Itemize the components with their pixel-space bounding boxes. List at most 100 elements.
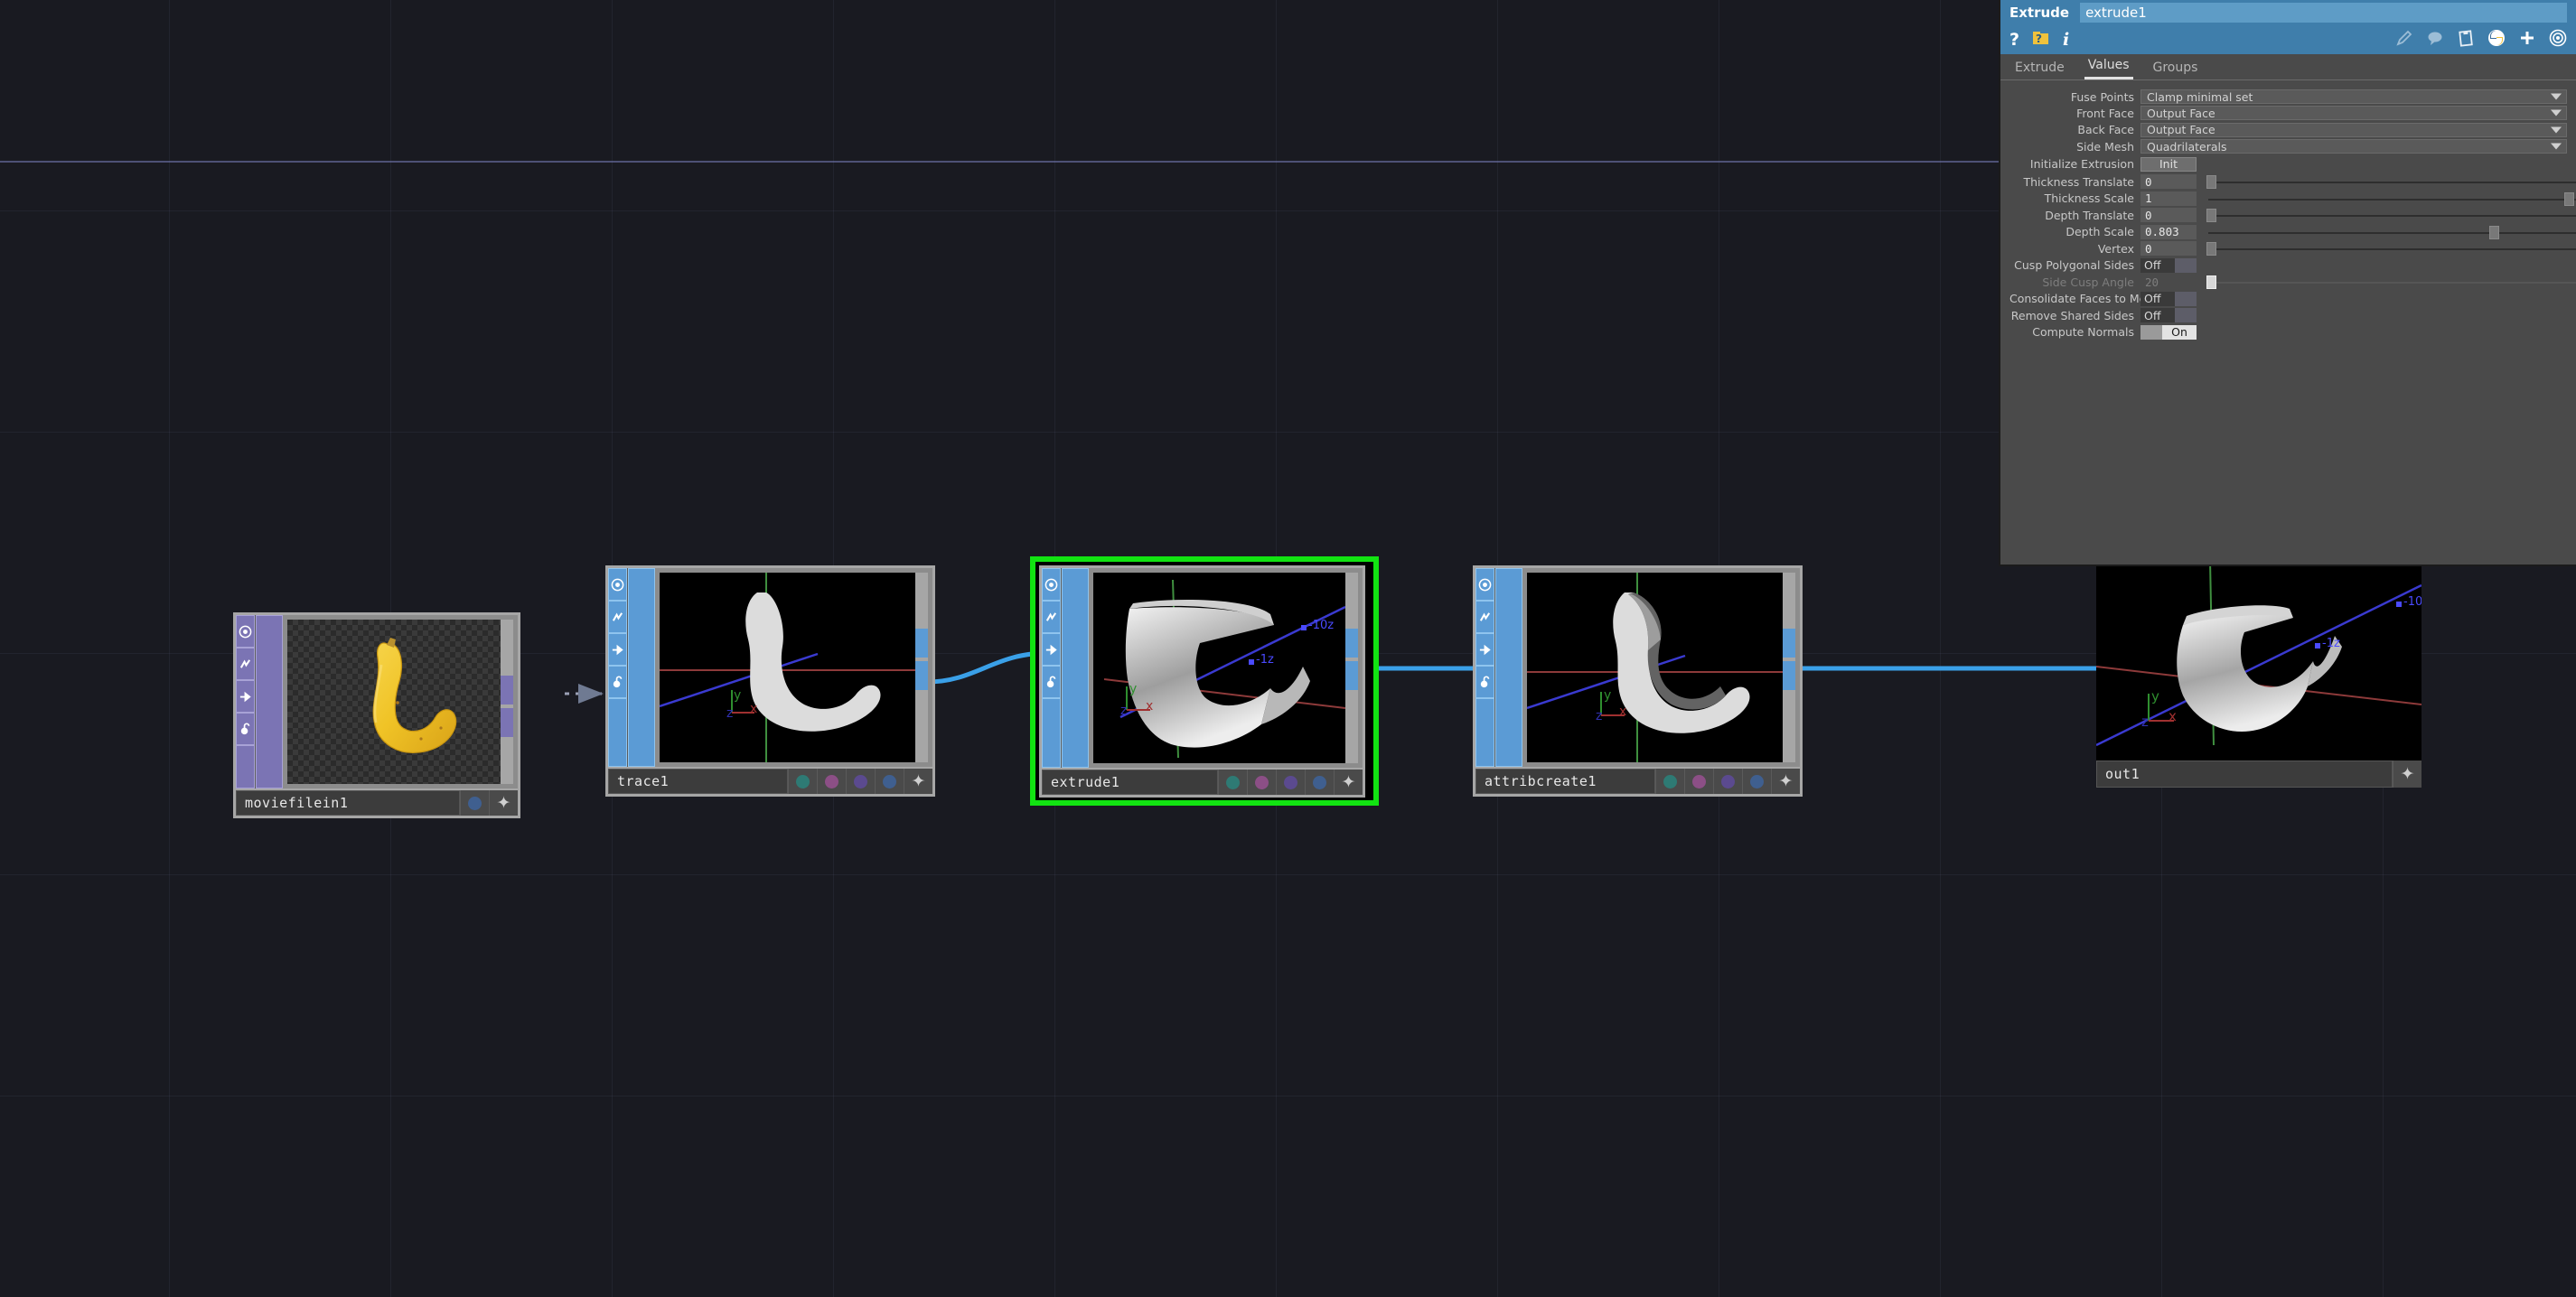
depth-scale-slider-handle[interactable] <box>2489 225 2500 239</box>
thickness-scale-input[interactable]: 1 <box>2140 191 2197 206</box>
output-connector-secondary[interactable] <box>1345 661 1358 690</box>
node-flag-dot[interactable] <box>817 769 846 794</box>
vertex-slider-handle[interactable] <box>2206 242 2217 257</box>
render-icon[interactable] <box>1042 601 1061 633</box>
display-icon[interactable] <box>236 615 255 648</box>
output-connector-secondary[interactable] <box>501 708 513 737</box>
node-add-button[interactable]: ✦ <box>489 790 518 816</box>
node-flag-dot[interactable] <box>1742 769 1771 794</box>
output-connector[interactable] <box>915 629 928 658</box>
lock-icon[interactable] <box>1042 666 1061 698</box>
back-face-dropdown[interactable]: Output Face <box>2140 122 2567 137</box>
node-label[interactable]: trace1 <box>608 769 788 794</box>
info-icon[interactable]: i <box>2063 31 2069 49</box>
help-icon[interactable]: ? <box>2009 31 2019 49</box>
node-flag-dot[interactable] <box>1218 770 1247 795</box>
output-connector-secondary[interactable] <box>1783 661 1795 690</box>
front-face-dropdown[interactable]: Output Face <box>2140 106 2567 121</box>
node-add-button[interactable]: ✦ <box>1334 770 1363 795</box>
render-icon[interactable] <box>608 601 627 633</box>
output-connector-secondary[interactable] <box>915 661 928 690</box>
node-flag-dot[interactable] <box>875 769 904 794</box>
output-connector[interactable] <box>1345 629 1358 658</box>
tab-groups[interactable]: Groups <box>2150 61 2202 79</box>
node-help-icon[interactable]: ? <box>2032 30 2050 50</box>
flag-column[interactable] <box>1475 568 1495 767</box>
node-trace1[interactable]: y x z trace1 ✦ <box>605 565 935 797</box>
tab-extrude[interactable]: Extrude <box>2011 61 2068 79</box>
toggle-box[interactable] <box>2175 291 2197 306</box>
toggle-box[interactable] <box>2175 308 2197 323</box>
cusp-polygonal-sides-toggle[interactable]: Off <box>2140 257 2197 273</box>
output-connector-rail[interactable] <box>501 620 513 784</box>
flag-column[interactable] <box>236 615 256 788</box>
slider-track[interactable] <box>2208 182 2576 184</box>
depth-translate-input[interactable]: 0 <box>2140 208 2197 223</box>
node-add-button[interactable]: ✦ <box>1771 769 1800 794</box>
node-flag-dot[interactable] <box>460 790 489 816</box>
thickness-scale-slider-handle[interactable] <box>2564 191 2575 206</box>
bypass-icon[interactable] <box>236 680 255 713</box>
thickness-translate-slider-handle[interactable] <box>2206 175 2217 190</box>
node-flag-dot[interactable] <box>788 769 817 794</box>
node-out1[interactable]: -1z -10 y x z out1 ✦ <box>2096 560 2421 788</box>
node-label[interactable]: attribcreate1 <box>1475 769 1655 794</box>
tab-values[interactable]: Values <box>2084 58 2133 79</box>
node-flag-dot[interactable] <box>1684 769 1713 794</box>
node-label[interactable]: moviefilein1 <box>236 790 460 816</box>
side-mesh-dropdown[interactable]: Quadrilaterals <box>2140 139 2567 154</box>
comment-icon[interactable] <box>2426 29 2444 51</box>
lock-icon[interactable] <box>236 713 255 745</box>
display-icon[interactable] <box>1475 568 1494 601</box>
output-connector-rail[interactable] <box>1345 573 1358 763</box>
node-add-button[interactable]: ✦ <box>904 769 932 794</box>
target-icon[interactable] <box>2549 29 2567 51</box>
toggle-box[interactable] <box>2175 257 2197 273</box>
fuse-points-dropdown[interactable]: Clamp minimal set <box>2140 89 2567 105</box>
node-label[interactable]: out1 <box>2096 760 2393 788</box>
depth-translate-slider-handle[interactable] <box>2206 209 2217 223</box>
node-flag-dot[interactable] <box>1655 769 1684 794</box>
remove-shared-sides-toggle[interactable]: Off <box>2140 308 2197 323</box>
output-connector[interactable] <box>501 676 513 704</box>
init-button[interactable]: Init <box>2140 156 2197 172</box>
toggle-box[interactable] <box>2140 324 2162 340</box>
depth-scale-input[interactable]: 0.803 <box>2140 224 2197 239</box>
output-connector-rail[interactable] <box>915 573 928 762</box>
render-icon[interactable] <box>1475 601 1494 633</box>
render-icon[interactable] <box>236 648 255 680</box>
node-flag-dot[interactable] <box>1247 770 1276 795</box>
plus-icon[interactable] <box>2518 29 2536 51</box>
vertex-input[interactable]: 0 <box>2140 241 2197 257</box>
pencil-icon[interactable] <box>2395 29 2413 51</box>
bypass-icon[interactable] <box>1475 633 1494 666</box>
node-flag-dot[interactable] <box>1713 769 1742 794</box>
compute-normals-toggle[interactable]: On <box>2140 324 2197 340</box>
slider-track[interactable] <box>2208 231 2576 234</box>
output-connector[interactable] <box>1783 629 1795 658</box>
thickness-translate-input[interactable]: 0 <box>2140 174 2197 190</box>
display-icon[interactable] <box>608 568 627 601</box>
python-icon[interactable] <box>2487 29 2506 51</box>
flag-column[interactable] <box>1042 568 1062 768</box>
clipboard-icon[interactable] <box>2457 29 2475 51</box>
output-connector-rail[interactable] <box>1783 573 1795 762</box>
bypass-icon[interactable] <box>608 633 627 666</box>
bypass-icon[interactable] <box>1042 633 1061 666</box>
slider-track[interactable] <box>2208 198 2576 201</box>
lock-icon[interactable] <box>1475 666 1494 698</box>
consolidate-faces-toggle[interactable]: Off <box>2140 291 2197 306</box>
node-name-field[interactable]: extrude1 <box>2080 3 2567 23</box>
node-add-button[interactable]: ✦ <box>2393 760 2421 788</box>
display-icon[interactable] <box>1042 568 1061 601</box>
node-flag-dot[interactable] <box>1305 770 1334 795</box>
node-moviefilein1[interactable]: moviefilein1 ✦ <box>233 612 520 818</box>
flag-column[interactable] <box>608 568 628 767</box>
slider-track[interactable] <box>2208 215 2576 218</box>
node-flag-dot[interactable] <box>846 769 875 794</box>
node-attribcreate1[interactable]: y x z attribcreate1 ✦ <box>1473 565 1803 797</box>
node-flag-dot[interactable] <box>1276 770 1305 795</box>
node-label[interactable]: extrude1 <box>1042 770 1218 795</box>
lock-icon[interactable] <box>608 666 627 698</box>
slider-track[interactable] <box>2208 248 2576 251</box>
